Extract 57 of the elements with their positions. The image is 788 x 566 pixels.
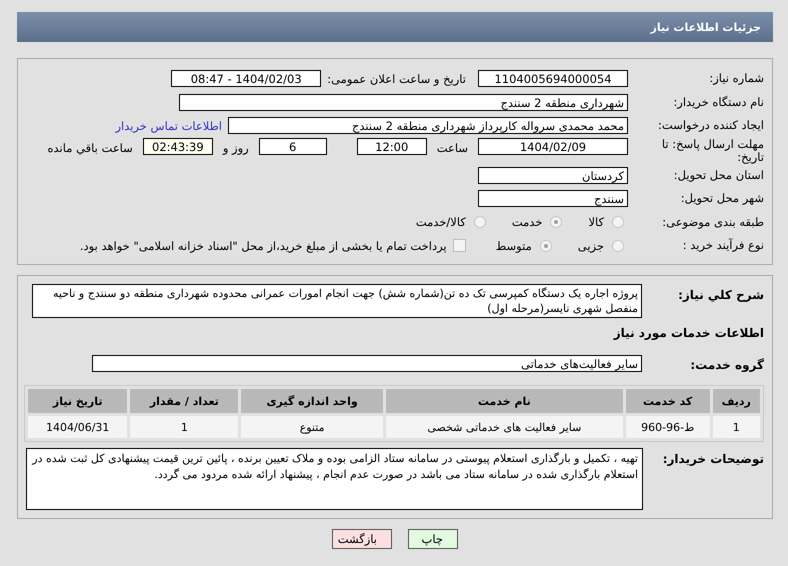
remaining-time-field: 02:43:39 <box>142 138 213 154</box>
page-title: جزئیات اطلاعات نیاز <box>650 20 761 34</box>
table-cell: 1 <box>130 416 238 438</box>
field-label: گروه خدمت: <box>689 357 764 372</box>
radio-label: خدمت <box>512 215 542 230</box>
deadline-time-field: 12:00 <box>356 138 427 154</box>
city-field: سنندج <box>478 190 628 208</box>
table-cell: 1404/06/31 <box>28 416 128 438</box>
radio-label: جزیی <box>578 238 604 253</box>
field-label: نام دستگاه خریدار: <box>672 96 764 109</box>
checkbox-label: پرداخت تمام یا بخشی از مبلغ خرید،از محل "اسناد خزانه اسلامی" خواهد بود. <box>80 238 447 253</box>
column-header: ردیف <box>712 389 760 413</box>
notes-field: تهیه ، تکمیل و بارگذاری استعلام پیوستی در سامانه ستاد الزامی بوده و ملاک تعیین برنده ، پائین ترین قیمت پیشنهادی کل ثبت شده در استعلام بارگذاری شده در سامانه ستاد می باشد در صورت عدم انجام ، پیشنهاد ارائه شده مردود می گردد. <box>26 448 643 510</box>
field-label: مهلت ارسال پاسخ: تا تاریخ: <box>660 138 764 164</box>
column-header: واحد اندازه گیری <box>241 389 383 413</box>
province-field: کردستان <box>478 166 628 184</box>
table-cell: متنوع <box>241 416 383 438</box>
creator-field: محمد محمدی سرواله کارپرداز شهرداری منطقه 2 سنندج <box>228 117 628 134</box>
service-group-field: سایر فعالیت‌های خدماتی <box>92 354 642 372</box>
section-title: اطلاعات خدمات مورد نیاز <box>612 326 764 340</box>
description-field: پروژه اجاره یک دستگاه کمپرسی تک ده تن(شماره شش) جهت انجام امورات عمرانی محدوده شهرداری منطقه دو سنندج و ناحیه منفصل شهری نایسر(مرحله اول) <box>32 284 642 318</box>
field-label: ساعت <box>436 140 469 154</box>
field-label: توضیحات خریدار: <box>662 451 764 466</box>
table-cell: 1 <box>712 416 760 438</box>
need-number-field: 1104005694000054 <box>478 70 628 88</box>
contact-link[interactable]: اطلاعات تماس خریدار <box>115 118 222 133</box>
print-button[interactable]: چاپ <box>408 529 458 549</box>
announce-date-field: 1404/02/03 - 08:47 <box>171 70 322 88</box>
field-label: طبقه بندی موضوعی: <box>661 216 764 229</box>
table-cell: ط-96-960 <box>626 416 710 438</box>
radio-label: کالا <box>588 215 604 230</box>
column-header: نام خدمت <box>386 389 623 413</box>
radio-label: متوسط <box>496 238 532 253</box>
radio-button[interactable] <box>612 240 624 252</box>
column-header: تعداد / مقدار <box>130 389 238 413</box>
days-field: 6 <box>258 138 327 154</box>
back-button[interactable]: بازگشت <box>332 529 392 549</box>
field-label: شرح کلي نياز: <box>677 286 764 302</box>
radio-button[interactable] <box>474 216 486 228</box>
column-header: تاریخ نیاز <box>28 389 128 413</box>
field-label: ساعت باقي مانده <box>46 140 134 154</box>
radio-label: کالا/خدمت <box>416 215 466 230</box>
field-label: ایجاد کننده درخواست: <box>657 119 764 132</box>
field-label: نوع فرآیند خرید : <box>682 239 764 252</box>
deadline-date-field: 1404/02/09 <box>478 138 628 154</box>
checkbox[interactable] <box>452 239 466 252</box>
field-label: شهر محل تحویل: <box>680 192 764 206</box>
radio-button[interactable] <box>612 216 624 228</box>
field-label: تاریخ و ساعت اعلان عمومی: <box>327 72 466 86</box>
field-label: استان محل تحویل: <box>672 168 764 182</box>
table-cell: سایر فعالیت های خدماتی شخصی <box>386 416 623 438</box>
radio-button[interactable] <box>550 216 562 228</box>
field-label: شماره نیاز: <box>708 72 764 86</box>
buyer-field: شهرداری منطقه 2 سنندج <box>179 94 628 111</box>
column-header: کد خدمت <box>626 389 710 413</box>
radio-button[interactable] <box>540 240 552 252</box>
field-label: روز و <box>221 140 250 154</box>
